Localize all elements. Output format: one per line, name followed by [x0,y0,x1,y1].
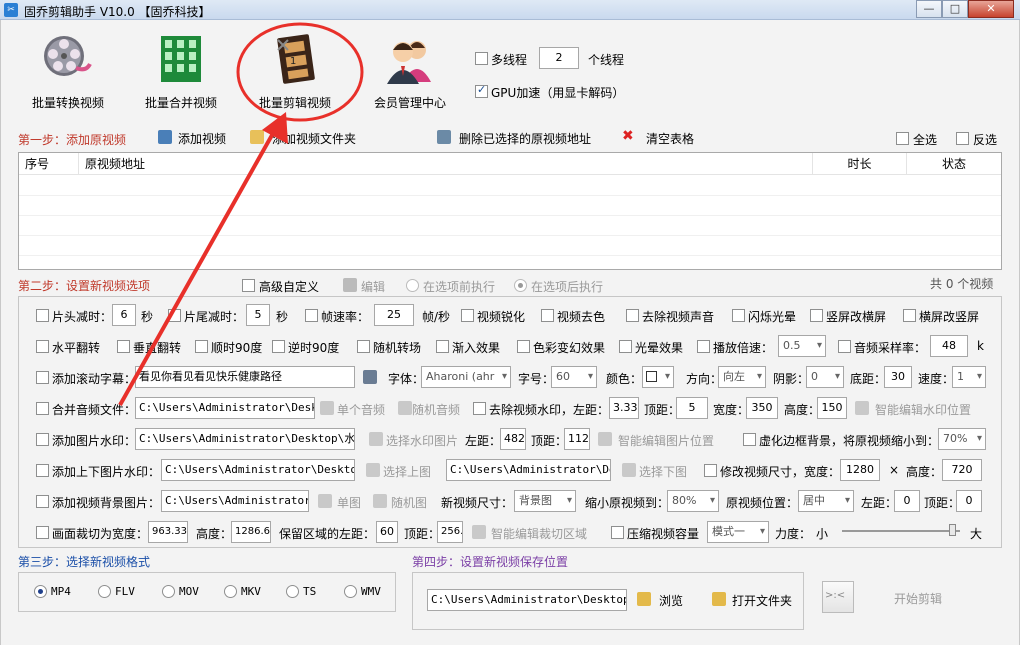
annotation-arrow-line [118,127,278,406]
annotation-circle [236,22,364,122]
annotation-overlay [118,22,364,406]
